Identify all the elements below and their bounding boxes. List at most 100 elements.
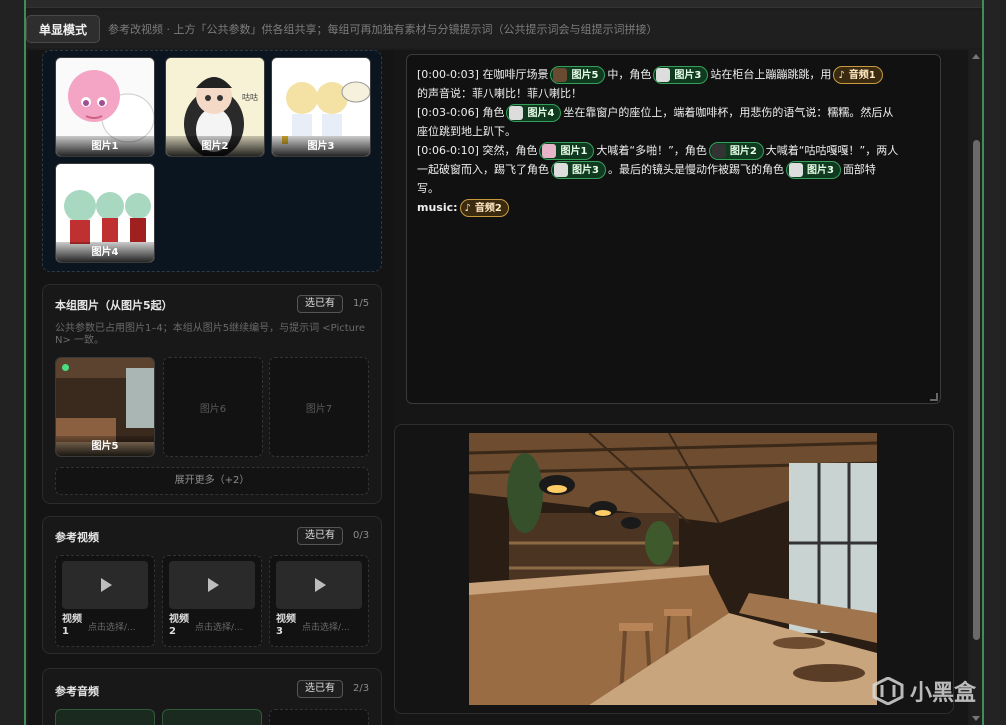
ref-video-count: 0/3: [353, 530, 370, 541]
scroll-up-icon[interactable]: [972, 54, 980, 59]
public-image-2-label: 图片2: [166, 136, 264, 156]
public-images-card: 图片1 咕咕 图片2 图片3 图片4: [42, 50, 382, 272]
prompt-line: [0:00-0:03] 在咖啡厅场景 图片5 中，角色 图片3 站在柜台上蹦蹦跳跳，用 ♪…: [417, 65, 930, 84]
prompt-text: [0:06-0:10] 突然，角色: [417, 144, 538, 157]
video-slot-1-hint: 点击选择/...: [88, 623, 136, 633]
image-chip[interactable]: 图片5: [550, 66, 606, 84]
audio-chip[interactable]: ♪ 音频1: [833, 66, 883, 84]
video-slot-3[interactable]: 视频 3 点击选择/...: [269, 555, 369, 647]
svg-text:咕咕: 咕咕: [242, 92, 258, 102]
video-slot-2-label: 视频 2: [169, 614, 189, 637]
scroll-thumb[interactable]: [973, 140, 980, 640]
mode-hint: 参考改视频 · 上方「公共参数」供各组共享；每组可再加独有素材与分镜提示词（公共…: [108, 23, 658, 36]
group-images-count: 1/5: [353, 298, 370, 309]
checker-chip-icon: [554, 163, 568, 177]
video-slot-2-hint: 点击选择/...: [195, 623, 243, 633]
group-image-5-label: 图片5: [56, 436, 154, 456]
ref-audio-title: 参考音频: [55, 685, 99, 698]
public-image-4[interactable]: 图片4: [55, 163, 155, 263]
heybox-logo-icon: [872, 677, 904, 705]
group-images-title: 本组图片（从图片5起）: [55, 299, 173, 312]
public-image-2[interactable]: 咕咕 图片2: [165, 57, 265, 157]
prompt-text: 大喊着“咕咕嘎嘎！”，两人: [765, 144, 899, 157]
ref-video-pick-button[interactable]: 选已有: [297, 527, 343, 545]
public-image-1[interactable]: 图片1: [55, 57, 155, 157]
group-image-6-slot[interactable]: 图片6: [163, 357, 263, 457]
prompt-text: 站在柜台上蹦蹦跳跳，用: [710, 68, 832, 81]
checker-chip-icon: [509, 106, 524, 120]
ref-video-card: 参考视频 选已有 0/3 视频 1 点击选择/... 视频 2 点击选择/...…: [42, 516, 382, 654]
prompt-text: 。最后的镜头是慢动作被踢飞的角色: [607, 163, 784, 176]
group-image-7-slot[interactable]: 图片7: [269, 357, 369, 457]
prompt-line: 座位跳到地上趴下。: [417, 125, 516, 138]
group-images-pick-button[interactable]: 选已有: [297, 295, 343, 313]
prompt-line: [0:06-0:10] 突然，角色 图片1 大喊着“多啪！”，角色 图片2 大喊着“咕咕…: [417, 141, 930, 160]
single-mode-button[interactable]: 单显模式: [26, 15, 101, 43]
watermark-text: 小黑盒: [909, 681, 976, 706]
prompt-text: 面部特: [842, 163, 876, 176]
ref-video-title: 参考视频: [55, 531, 99, 544]
image-chip[interactable]: 图片3: [785, 161, 841, 179]
image-chip[interactable]: 图片3: [653, 66, 709, 84]
selected-dot: [62, 364, 69, 371]
scroll-down-icon[interactable]: [972, 716, 980, 721]
public-image-1-label: 图片1: [56, 136, 154, 156]
checker-chip-icon: [788, 163, 803, 177]
image-chip[interactable]: 图片1: [539, 142, 595, 160]
prompt-line: [0:03-0:06] 角色 图片4 坐在靠窗户的座位上，端着咖啡杯，用悲伤的语气说…: [417, 103, 930, 122]
vertical-scrollbar[interactable]: [970, 50, 982, 725]
video-slot-3-label: 视频 3: [276, 614, 296, 637]
mode-bar: 单显模式 参考改视频 · 上方「公共参数」供各组共享；每组可再加独有素材与分镜提…: [26, 10, 992, 48]
video-slot-3-hint: 点击选择/...: [302, 623, 350, 633]
ref-audio-count: 2/3: [353, 683, 370, 694]
cafe-preview-image[interactable]: [469, 433, 877, 705]
image-chip[interactable]: 图片2: [708, 142, 764, 160]
prompt-line: music: ♪ 音频2: [417, 198, 930, 217]
prompt-line: 一起破窗而入，踢飞了角色 图片3 。最后的镜头是慢动作被踢飞的角色 图片3 面部特: [417, 160, 930, 179]
right-panel: [0:00-0:03] 在咖啡厅场景 图片5 中，角色 图片3 站在柜台上蹦蹦跳跳，用 ♪…: [394, 50, 968, 725]
ref-audio-pick-button[interactable]: 选已有: [297, 680, 343, 698]
prompt-line: 的声音说：菲八喇比！菲八喇比！: [417, 87, 582, 100]
public-image-3-label: 图片3: [272, 136, 370, 156]
prompt-line: 写。: [417, 182, 439, 195]
music-note-icon: ♪: [464, 202, 471, 214]
play-icon: [62, 561, 148, 609]
prompt-text: [0:03-0:06] 角色: [417, 106, 505, 119]
play-icon: [276, 561, 362, 609]
audio-slot-1[interactable]: [55, 709, 155, 725]
prompt-text: 坐在靠窗户的座位上，端着咖啡杯，用悲伤的语气说：糯糯。然后从: [563, 106, 894, 119]
dark-chip-icon: [711, 144, 726, 158]
left-rail: [0, 0, 26, 725]
video-slot-1-label: 视频 1: [62, 614, 82, 637]
resize-handle[interactable]: [930, 393, 938, 401]
checker-chip-icon: [656, 68, 671, 82]
public-image-4-label: 图片4: [56, 242, 154, 262]
audio-chip[interactable]: ♪ 音频2: [459, 199, 509, 217]
group-image-5[interactable]: 图片5: [55, 357, 155, 457]
image-chip[interactable]: 图片4: [506, 104, 562, 122]
play-icon: [169, 561, 255, 609]
image-preview-card: [394, 424, 954, 714]
audio-slot-3[interactable]: [269, 709, 369, 725]
public-image-3[interactable]: 图片3: [271, 57, 371, 157]
prompt-text: 大喊着“多啪！”，角色: [596, 144, 707, 157]
prompt-text: music:: [417, 201, 458, 214]
audio-slot-2[interactable]: [162, 709, 262, 725]
prompt-text: 中，角色: [607, 68, 652, 81]
prompt-text: [0:00-0:03] 在咖啡厅场景: [417, 68, 549, 81]
expand-more-button[interactable]: 展开更多（+2）: [55, 467, 369, 495]
group-images-desc-2: N> 一致。: [55, 335, 105, 346]
left-panel: 图片1 咕咕 图片2 图片3 图片4 本组图片（从图片5起） 选已有 1/5 公…: [28, 50, 394, 725]
video-slot-1[interactable]: 视频 1 点击选择/...: [55, 555, 155, 647]
pink-chip-icon: [542, 144, 557, 158]
prompt-textarea[interactable]: [0:00-0:03] 在咖啡厅场景 图片5 中，角色 图片3 站在柜台上蹦蹦跳跳，用 ♪…: [406, 54, 941, 404]
image-chip[interactable]: 图片3: [551, 161, 606, 179]
group-images-card: 本组图片（从图片5起） 选已有 1/5 公共参数已占用图片1–4；本组从图片5继…: [42, 284, 382, 504]
top-strip: [26, 0, 992, 8]
prompt-text: 一起破窗而入，踢飞了角色: [417, 163, 549, 176]
cafe-chip-icon: [553, 68, 568, 82]
music-note-icon: ♪: [838, 69, 845, 81]
right-edge: [982, 0, 1006, 725]
video-slot-2[interactable]: 视频 2 点击选择/...: [162, 555, 262, 647]
ref-audio-card: 参考音频 选已有 2/3: [42, 668, 382, 725]
